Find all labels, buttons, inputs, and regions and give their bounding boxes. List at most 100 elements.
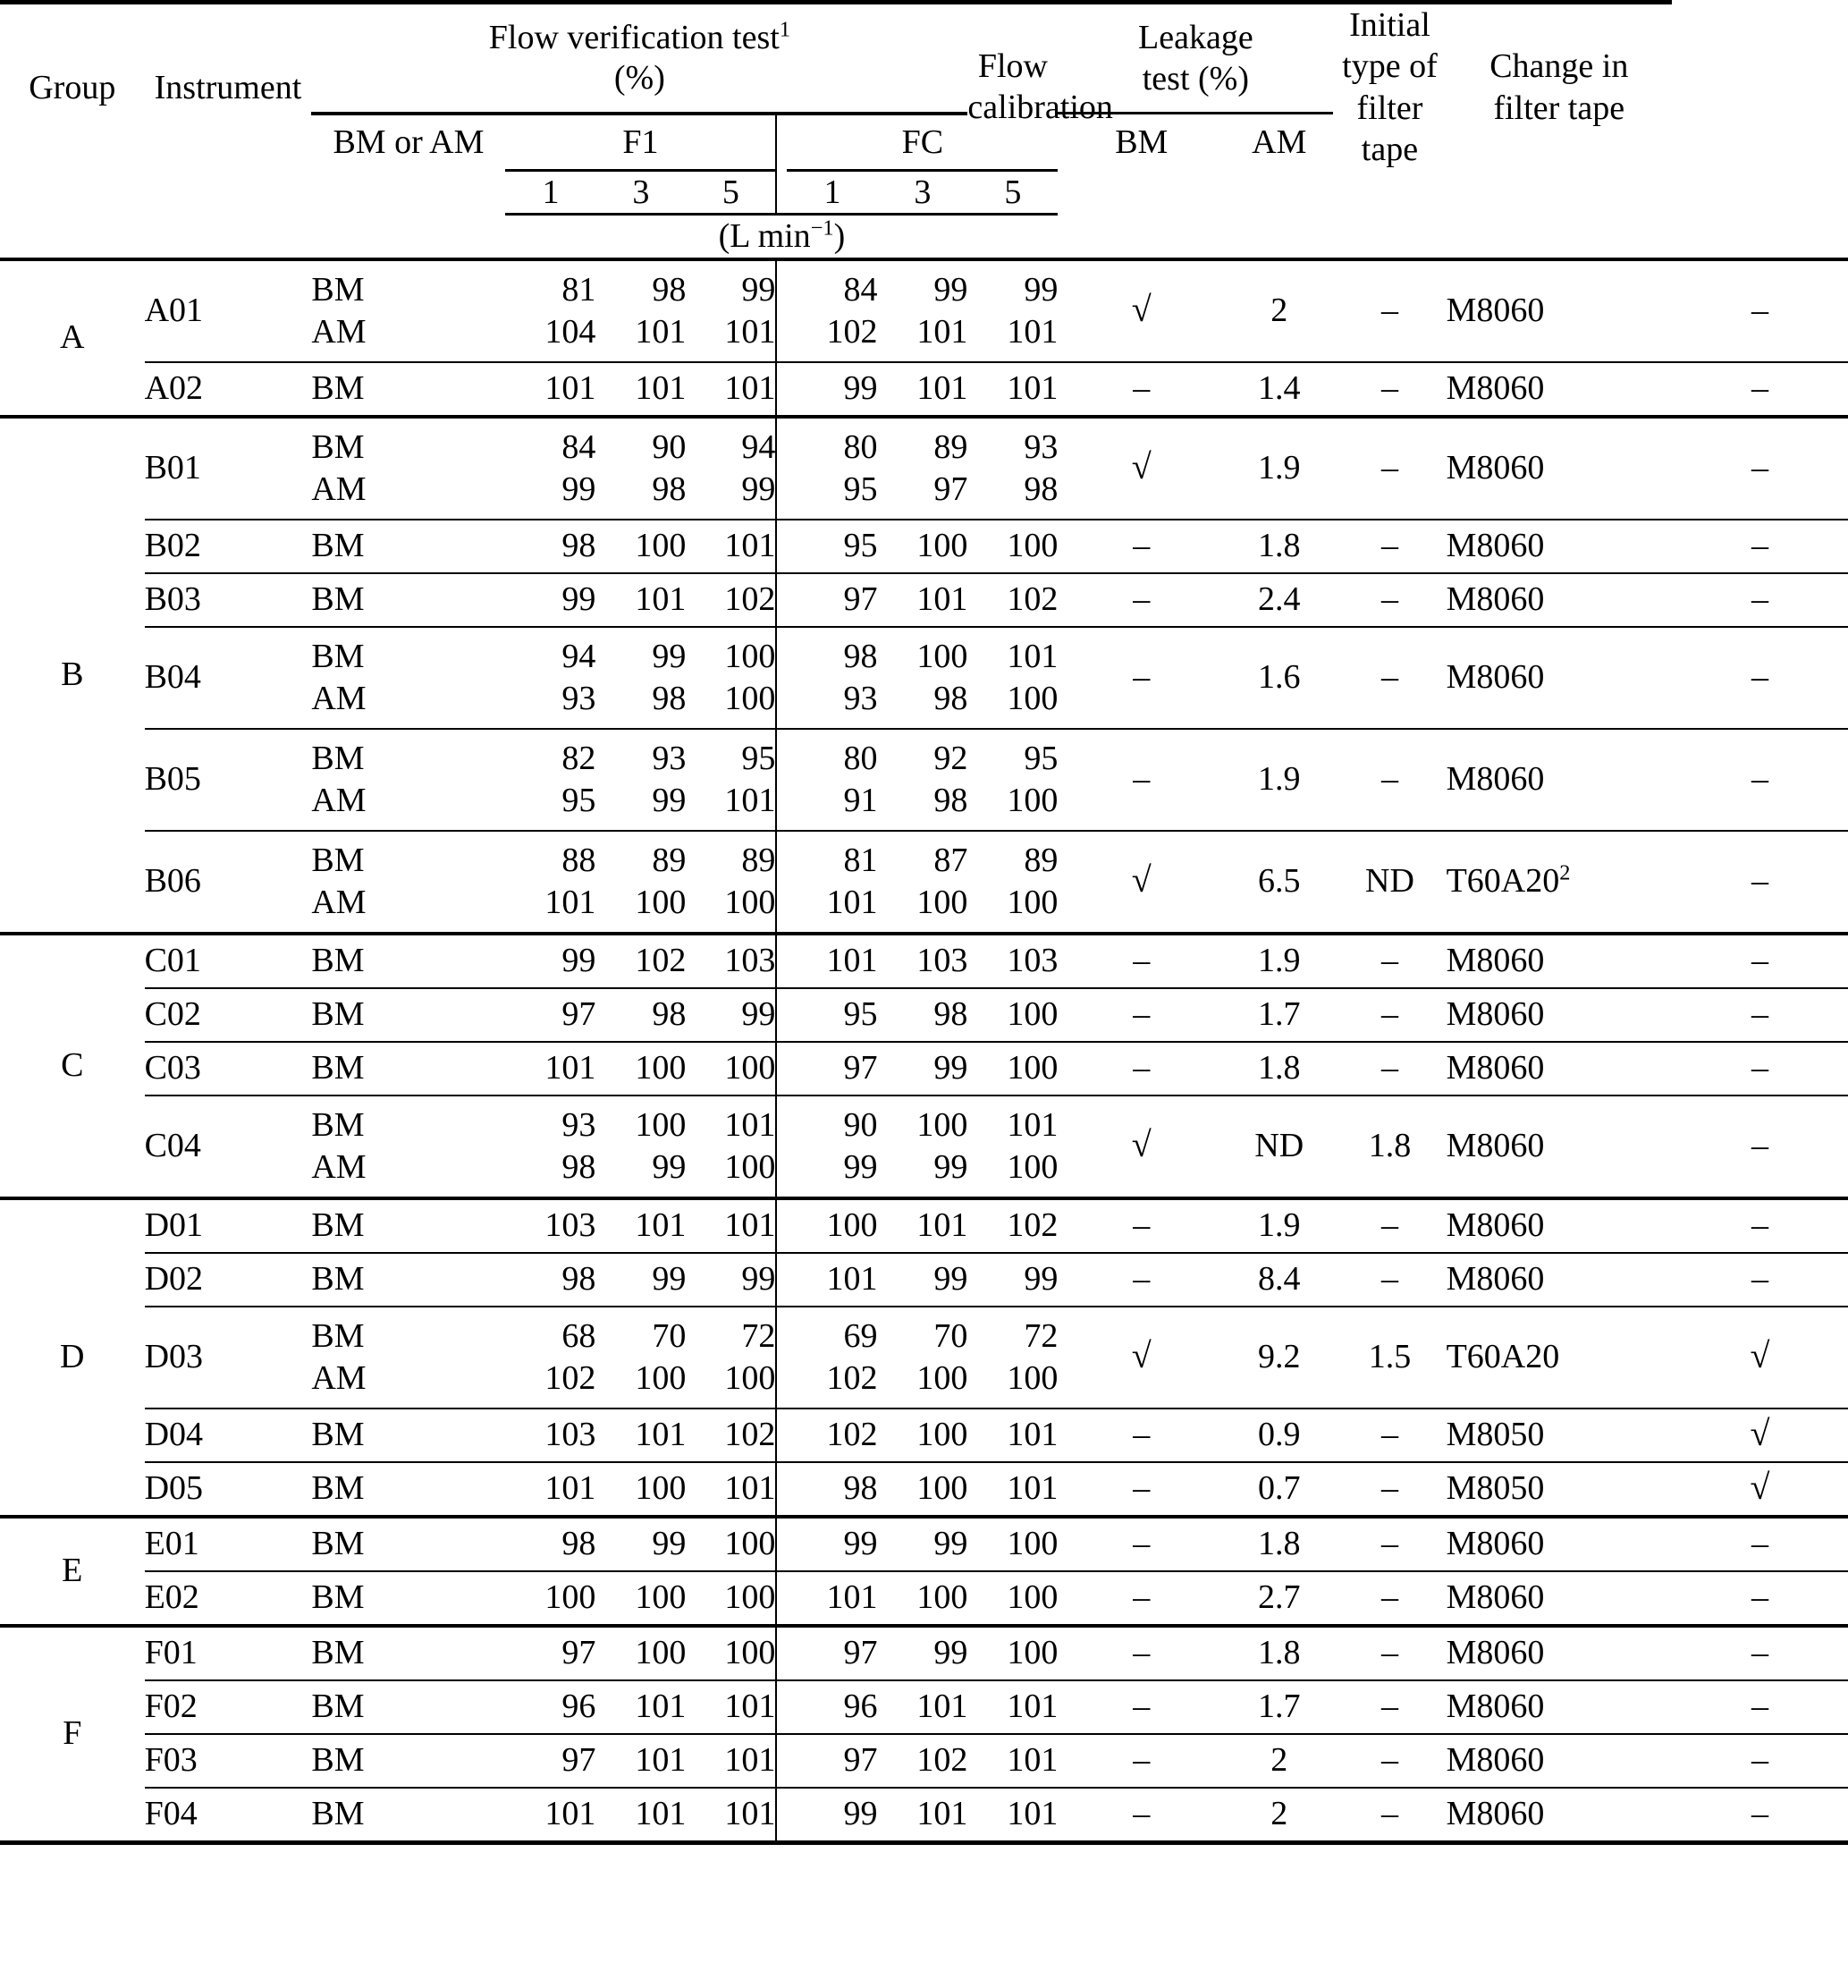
leakage-bm-D01: 1.9 [1225,1196,1334,1253]
instrument-A02: A02 [144,360,312,417]
fc-C03-col2: 99 [877,1040,968,1096]
fc-D04-col1-line-1: 102 [826,1416,878,1454]
header-rates-change-spacer [1672,170,1848,214]
header-divider [775,113,788,171]
change-tape-D01: – [1672,1196,1848,1253]
mode-E02-line-1: BM [311,1578,365,1617]
header-rates-divider [775,170,788,216]
change-tape-D05: √ [1672,1460,1848,1517]
fc-B01-col2-line-1: 89 [933,428,968,467]
f1-D01-col3-line-1: 101 [724,1206,776,1245]
change-tape-B06: – [1672,829,1848,934]
leakage-bm-D03: 9.2 [1225,1305,1334,1409]
dash-icon: – [1751,995,1768,1034]
table-row: B B01 BM AM 84 99 90 98 94 99 80 95 89 97 93 98 √ 1.9– M80… [0,414,1848,934]
change-tape-B05: – [1672,727,1848,831]
instrument-E01: E01 [144,1514,312,1571]
fc-B02-col3: 100 [967,518,1059,573]
mode-A01: BM AM [311,257,506,362]
fc-D01-col1-line-1: 100 [826,1206,878,1245]
fc-C04-col2-line-1: 100 [916,1106,968,1145]
flow-calibration-D02: – [1058,1251,1226,1307]
f1-D01-col2: 101 [595,1196,687,1253]
f1-B02-col3: 101 [686,518,777,573]
mode-E01-line-1: BM [311,1525,365,1563]
f1-C03-col1-line-1: 101 [544,1049,596,1087]
header-rate-f1-1: 1 [505,170,596,216]
f1-B03-col1: 99 [505,571,596,627]
mode-B01-line-1: BM [311,428,365,467]
row-divider-E02 [775,1569,788,1626]
dash-icon: – [1133,369,1151,408]
f1-C02-col1-line-1: 97 [561,995,596,1034]
f1-D03-col2-line-2: 100 [635,1358,687,1397]
dash-icon: – [1751,1578,1768,1617]
f1-E01-col3-line-1: 100 [724,1525,776,1563]
f1-B05-col1-line-1: 82 [561,740,596,778]
fc-C01-col2: 103 [877,931,968,988]
fc-B03-col2-line-1: 101 [916,580,968,619]
leakage-am-F03: – [1333,1732,1447,1788]
table-body: A A01 BM AM 81 104 98 101 99 101 84 102 99 101 99 101 √ 2… [0,257,1848,1848]
fc-D03-col2-line-1: 70 [933,1317,968,1356]
initial-tape-label: M8060 [1446,449,1545,487]
mode-B01-line-2: AM [311,470,367,508]
fc-D03-col2-line-2: 100 [916,1358,968,1397]
mode-A01-line-2: AM [311,312,367,351]
header-row-main: Group Instrument Flow verification test1… [0,0,1848,171]
f1-B06-col2-line-1: 89 [652,842,687,880]
leakage-bm-E01: 1.8 [1225,1514,1334,1571]
header-leakage-am: AM [1225,114,1333,171]
initial-tape-label: M8060 [1446,1741,1545,1780]
header-instrument: Instrument [144,0,312,171]
fc-B04-col2-line-2: 98 [933,679,968,717]
dash-icon: – [1133,942,1151,980]
check-icon: √ [1131,446,1152,487]
f1-D04-col3-line-1: 102 [724,1416,776,1454]
mode-E01: BM [311,1514,506,1571]
fc-F03-col2: 102 [877,1732,968,1788]
f1-F04-col2-line-1: 101 [635,1795,687,1833]
f1-F04-col3: 101 [686,1786,777,1843]
fc-C02-col2-line-1: 98 [933,995,968,1034]
row-divider-C03 [775,1040,788,1096]
change-tape-F04: – [1672,1786,1848,1843]
dash-icon: – [1751,369,1768,408]
f1-A01-col1-line-1: 81 [561,271,596,309]
header-initial-tape-line1: Initial type of [1342,6,1438,86]
dash-icon: – [1133,760,1151,799]
fc-B01-col2-line-2: 97 [933,470,968,508]
leakage-am-C02: – [1333,986,1447,1042]
leakage-bm-B05: 1.9 [1225,727,1334,831]
f1-B05-col2-line-1: 93 [652,740,687,778]
f1-E02-col3: 100 [686,1569,777,1626]
initial-tape-B02: M8060 [1446,518,1672,573]
f1-E02-col2-line-1: 100 [635,1578,687,1617]
check-icon: √ [1750,1335,1770,1376]
mode-B04-line-2: AM [311,679,367,717]
initial-tape-label: M8060 [1446,760,1545,799]
row-divider-B02 [775,518,788,573]
f1-A01-col2: 98 101 [595,257,687,362]
fc-C02-col3: 100 [967,986,1059,1042]
instrument-C01: C01 [144,931,312,988]
fc-C04-col3-line-2: 100 [1007,1147,1059,1186]
mode-A02: BM [311,360,506,417]
table-row: E02 BM 100 100 100 101 100 100–2.7– M8060– [0,1569,1848,1626]
flow-calibration-E02: – [1058,1569,1226,1626]
dash-icon: – [1133,1469,1151,1508]
unit-instrument-spacer [145,215,312,259]
fc-D02-col3-line-1: 99 [1024,1260,1059,1299]
f1-F03-col1: 97 [505,1732,596,1788]
leakage-bm-A01: 2 [1225,257,1334,362]
group-label-C: C [0,931,145,1198]
fc-B01-col1-line-1: 80 [843,428,878,467]
fc-D05-col1: 98 [787,1460,878,1517]
instrument-C04: C04 [144,1094,312,1198]
f1-D04-col3: 102 [686,1407,777,1462]
change-tape-F03: – [1672,1732,1848,1788]
initial-tape-label: M8060 [1446,527,1545,565]
f1-D03-col2-line-1: 70 [652,1317,687,1356]
f1-E01-col3: 100 [686,1514,777,1571]
leakage-bm-B04: 1.6 [1225,625,1334,729]
